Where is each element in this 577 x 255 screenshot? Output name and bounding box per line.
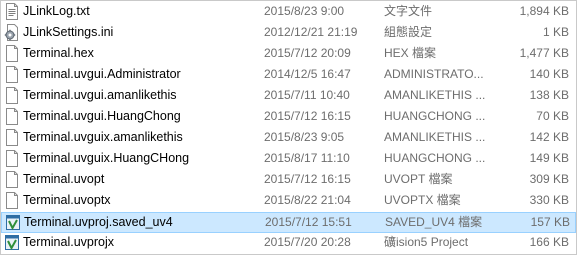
file-type: 組態設定 bbox=[384, 25, 433, 39]
file-modified-date: 2015/7/11 10:40 bbox=[264, 88, 350, 102]
file-name: Terminal.hex bbox=[23, 46, 94, 60]
file-modified-date: 2015/7/12 16:15 bbox=[264, 109, 351, 123]
keil-project-icon bbox=[5, 214, 21, 231]
file-modified-date: 2015/7/12 20:09 bbox=[264, 46, 351, 60]
file-modified-date: 2015/8/23 9:05 bbox=[264, 130, 345, 144]
file-row[interactable]: Terminal.uvgui.amanlikethis 2015/7/11 10:… bbox=[1, 86, 576, 107]
blank-file-icon bbox=[4, 150, 20, 167]
file-size: 157 KB bbox=[530, 215, 570, 229]
file-size: 149 KB bbox=[529, 151, 569, 165]
file-size: 166 KB bbox=[529, 235, 569, 249]
file-list: JLinkLog.txt 2015/8/23 9:00 文字文件 1,894 KB JL… bbox=[0, 0, 577, 255]
file-name: Terminal.uvprojx bbox=[23, 235, 115, 249]
file-modified-date: 2012/12/21 21:19 bbox=[264, 25, 358, 39]
file-size: 142 KB bbox=[529, 130, 569, 144]
file-size: 330 KB bbox=[529, 193, 569, 207]
blank-file-icon bbox=[4, 171, 20, 188]
file-modified-date: 2015/8/23 9:00 bbox=[264, 4, 345, 18]
file-name: Terminal.uvopt bbox=[23, 172, 105, 186]
file-name: Terminal.uvguix.amanlikethis bbox=[23, 130, 183, 144]
file-size: 1,477 KB bbox=[519, 46, 569, 60]
file-type: HUANGCHONG ... bbox=[384, 109, 486, 123]
keil-project-icon bbox=[4, 234, 20, 251]
file-modified-date: 2015/7/20 20:28 bbox=[264, 235, 351, 249]
file-name: Terminal.uvgui.Administrator bbox=[23, 67, 181, 81]
file-size: 70 KB bbox=[536, 109, 569, 123]
file-row[interactable]: Terminal.uvgui.HuangChong 2015/7/12 16:15… bbox=[1, 107, 576, 128]
file-modified-date: 2015/7/12 15:51 bbox=[265, 215, 352, 229]
file-name: JLinkLog.txt bbox=[23, 4, 90, 18]
blank-file-icon bbox=[4, 45, 20, 62]
file-type: AMANLIKETHIS ... bbox=[384, 88, 486, 102]
file-name: Terminal.uvoptx bbox=[23, 193, 111, 207]
file-name: Terminal.uvproj.saved_uv4 bbox=[24, 215, 173, 229]
file-type: AMANLIKETHIS ... bbox=[384, 130, 486, 144]
blank-file-icon bbox=[4, 129, 20, 146]
file-type: 文字文件 bbox=[384, 4, 433, 18]
file-name: Terminal.uvgui.amanlikethis bbox=[23, 88, 177, 102]
file-modified-date: 2015/8/17 11:10 bbox=[264, 151, 350, 165]
file-size: 1 KB bbox=[542, 25, 569, 39]
text-file-icon bbox=[4, 3, 20, 20]
file-modified-date: 2015/7/12 16:15 bbox=[264, 172, 351, 186]
file-row[interactable]: Terminal.uvgui.Administrator 2014/12/5 16… bbox=[1, 65, 576, 86]
file-row[interactable]: JLinkSettings.ini 2012/12/21 21:19 組態設定 1 K… bbox=[1, 23, 576, 44]
file-modified-date: 2015/8/22 21:04 bbox=[264, 193, 351, 207]
file-modified-date: 2014/12/5 16:47 bbox=[264, 67, 351, 81]
blank-file-icon bbox=[4, 87, 20, 104]
file-row[interactable]: Terminal.uvguix.amanlikethis 2015/8/23 9:… bbox=[1, 128, 576, 149]
file-type: SAVED_UV4 檔案 bbox=[385, 215, 483, 229]
file-type: 礦ision5 Project bbox=[384, 235, 469, 249]
file-row[interactable]: Terminal.hex 2015/7/12 20:09 HEX 檔案 1,477 K… bbox=[1, 44, 576, 65]
file-size: 140 KB bbox=[529, 67, 569, 81]
file-row[interactable]: Terminal.uvopt 2015/7/12 16:15 UVOPT 檔案 309… bbox=[1, 170, 576, 191]
file-row[interactable]: JLinkLog.txt 2015/8/23 9:00 文字文件 1,894 KB bbox=[1, 2, 576, 23]
blank-file-icon bbox=[4, 66, 20, 83]
settings-file-icon bbox=[4, 24, 20, 41]
file-size: 1,894 KB bbox=[519, 4, 569, 18]
file-row[interactable]: Terminal.uvprojx 2015/7/20 20:28 礦ision5 P… bbox=[1, 233, 576, 254]
file-row[interactable]: Terminal.uvoptx 2015/8/22 21:04 UVOPTX 檔案 3… bbox=[1, 191, 576, 212]
file-type: UVOPTX 檔案 bbox=[384, 193, 461, 207]
file-row[interactable]: Terminal.uvproj.saved_uv4 2015/7/12 15:51… bbox=[1, 212, 576, 233]
file-type: UVOPT 檔案 bbox=[384, 172, 453, 186]
file-type: ADMINISTRATO... bbox=[384, 67, 484, 81]
file-name: Terminal.uvguix.HuangCHong bbox=[23, 151, 190, 165]
file-size: 309 KB bbox=[529, 172, 569, 186]
blank-file-icon bbox=[4, 108, 20, 125]
file-name: JLinkSettings.ini bbox=[23, 25, 114, 39]
file-name: Terminal.uvgui.HuangChong bbox=[23, 109, 181, 123]
file-size: 138 KB bbox=[529, 88, 569, 102]
blank-file-icon bbox=[4, 192, 20, 209]
file-type: HEX 檔案 bbox=[384, 46, 437, 60]
file-row[interactable]: Terminal.uvguix.HuangCHong 2015/8/17 11:1… bbox=[1, 149, 576, 170]
file-type: HUANGCHONG ... bbox=[384, 151, 486, 165]
